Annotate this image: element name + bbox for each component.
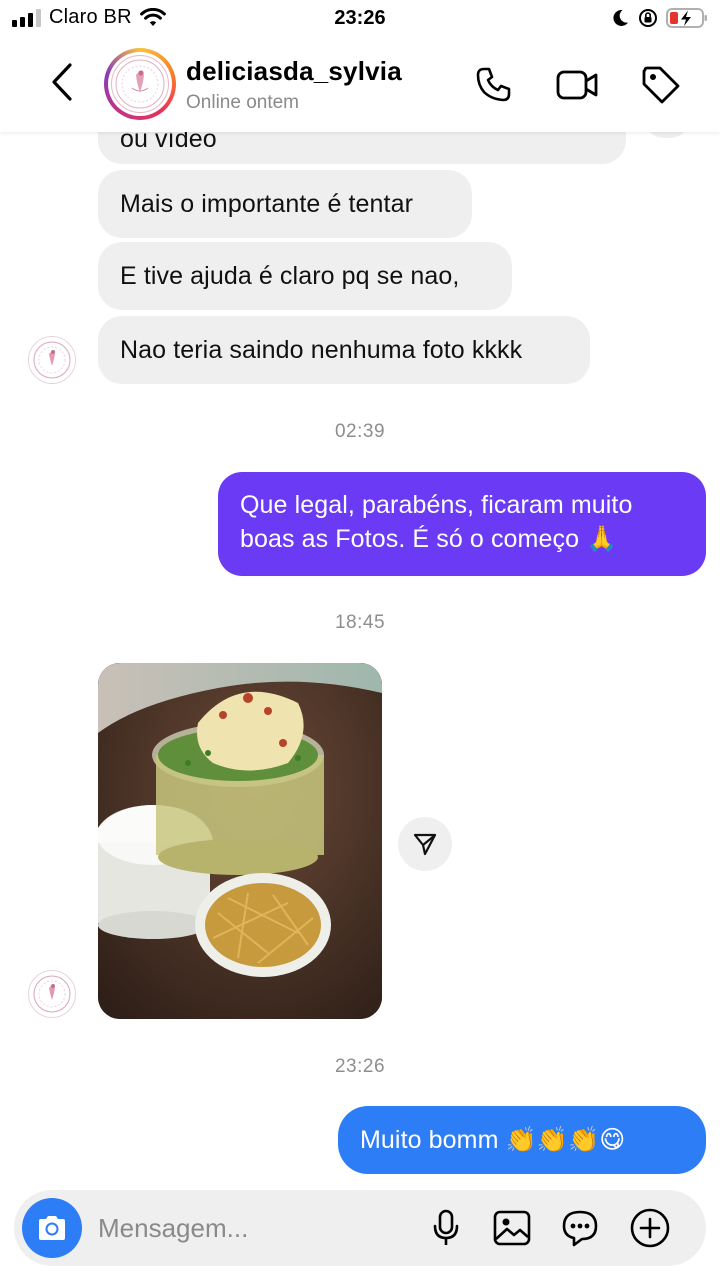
contact-name[interactable]: deliciasda_sylvia xyxy=(186,56,402,87)
brand-logo-icon xyxy=(33,975,71,1013)
voice-call-button[interactable] xyxy=(470,62,516,108)
add-button[interactable] xyxy=(626,1204,674,1252)
back-button[interactable] xyxy=(40,60,84,104)
timestamp: 02:39 xyxy=(334,421,386,442)
message-bubble-incoming: Nao teria saindo nenhuma foto kkkk xyxy=(98,316,590,384)
gallery-button[interactable] xyxy=(488,1204,536,1252)
paper-plane-icon xyxy=(413,833,437,856)
sender-avatar[interactable] xyxy=(28,336,76,384)
video-call-button[interactable] xyxy=(554,62,600,108)
timestamp: 23:26 xyxy=(334,1056,386,1077)
food-photo-message[interactable] xyxy=(98,663,382,1019)
voice-message-button[interactable] xyxy=(422,1204,470,1252)
message-thread[interactable]: ou vídeo Mais o importante é tentar E ti… xyxy=(0,40,720,1185)
share-button[interactable] xyxy=(398,817,452,871)
carrier-name: Claro BR xyxy=(49,6,132,28)
message-composer xyxy=(14,1190,706,1266)
moon-icon xyxy=(613,9,628,26)
wifi-icon xyxy=(139,7,166,26)
microphone-icon xyxy=(433,1209,459,1245)
contact-status: Online ontem xyxy=(186,92,300,113)
add-icon xyxy=(630,1208,670,1248)
status-bar: Claro BR 23:26 xyxy=(0,0,720,40)
phone-icon xyxy=(476,67,511,102)
tag-button[interactable] xyxy=(638,62,684,108)
message-bubble-incoming: Mais o importante é tentar xyxy=(98,170,472,238)
orientation-lock-icon xyxy=(639,9,657,27)
battery-charging-icon xyxy=(666,8,707,28)
sticker-button[interactable] xyxy=(556,1204,604,1252)
camera-button[interactable] xyxy=(22,1198,82,1258)
contact-avatar[interactable] xyxy=(104,48,176,120)
message-bubble-incoming: E tive ajuda é claro pq se nao, xyxy=(98,242,512,310)
cellular-signal-icon xyxy=(12,8,41,27)
back-chevron-icon xyxy=(52,63,72,101)
brand-logo-icon xyxy=(33,341,71,379)
food-photo-image xyxy=(98,663,382,1019)
video-camera-icon xyxy=(556,70,598,100)
timestamp: 18:45 xyxy=(334,612,386,633)
sender-avatar[interactable] xyxy=(28,970,76,1018)
message-input[interactable] xyxy=(98,1208,418,1248)
camera-icon xyxy=(39,1216,65,1240)
chat-header: deliciasda_sylvia Online ontem xyxy=(0,40,720,132)
sticker-chat-icon xyxy=(562,1210,598,1247)
message-bubble-outgoing: Muito bomm 👏👏👏😋 xyxy=(338,1106,706,1174)
message-bubble-outgoing: Que legal, parabéns, ficaram muito boas … xyxy=(218,472,706,576)
brand-logo-icon xyxy=(115,59,165,109)
gallery-icon xyxy=(493,1210,531,1246)
tag-icon xyxy=(642,66,680,104)
